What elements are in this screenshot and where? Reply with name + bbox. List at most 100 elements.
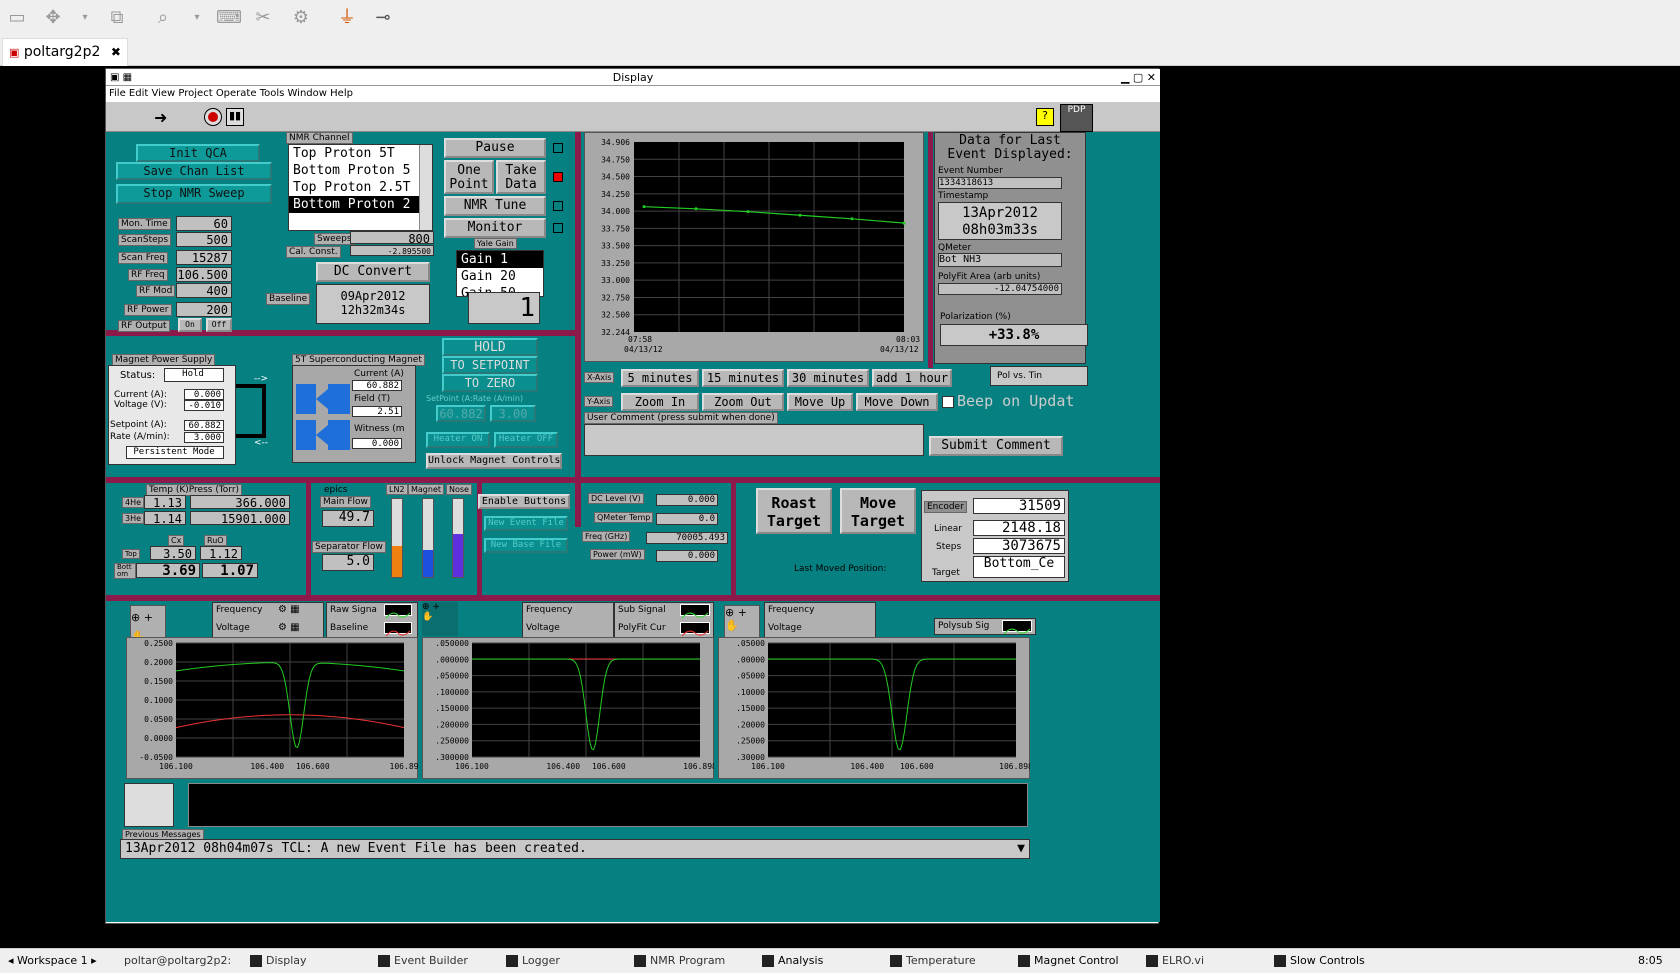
restore-icon[interactable]: ⧉ <box>106 7 128 29</box>
rate-sp-field[interactable]: 3.00 <box>490 405 536 422</box>
user-comment-input[interactable] <box>584 424 924 456</box>
menu-help[interactable]: Help <box>330 88 353 99</box>
zoom-out-button[interactable]: Zoom Out <box>702 393 784 411</box>
beep-checkbox[interactable] <box>942 396 954 408</box>
x-5-minutes-button[interactable]: 5 minutes <box>621 369 699 387</box>
window-menu-icon[interactable]: ▣ ▦ <box>110 69 132 86</box>
menu-edit[interactable]: Edit <box>129 88 148 99</box>
list-item[interactable]: Gain 20 <box>457 268 543 285</box>
unlock-magnet-button[interactable]: Unlock Magnet Controls <box>426 453 562 469</box>
run-arrow-icon[interactable]: ➜ <box>154 108 167 127</box>
cal-const-field[interactable]: -2.895500 <box>350 245 434 256</box>
task-item[interactable]: Event Builder <box>378 952 468 970</box>
heater-on-button[interactable]: Heater ON <box>426 432 490 448</box>
axis-format-icon[interactable]: ⚙ ▦ <box>278 604 300 615</box>
pause-button[interactable]: Pause <box>444 138 546 158</box>
sweeps-field[interactable]: 800 <box>350 231 434 246</box>
menu-file[interactable]: File <box>109 88 126 99</box>
task-item[interactable]: Logger <box>506 952 560 970</box>
task-item[interactable]: poltar@poltarg2p2: <box>124 952 231 970</box>
scansteps-field[interactable]: 500 <box>176 232 232 247</box>
plug-icon[interactable]: ⊸ <box>372 7 394 29</box>
keyboard-icon[interactable]: ⌨ <box>216 7 242 29</box>
x-15-minutes-button[interactable]: 15 minutes <box>702 369 784 387</box>
list-item[interactable]: Bottom Proton 5 <box>289 162 432 179</box>
new-base-file-button[interactable]: New Base File <box>484 538 568 553</box>
abort-icon[interactable] <box>204 108 222 126</box>
task-item[interactable]: ELRO.vi <box>1146 952 1204 970</box>
new-event-file-button[interactable]: New Event File <box>484 516 568 531</box>
window-icon[interactable]: ▭ <box>6 7 28 29</box>
move-icon[interactable]: ✥ <box>42 7 64 29</box>
window-controls[interactable]: ▁ ▢ ✕ <box>1121 69 1156 86</box>
init-qca-button[interactable]: Init QCA <box>136 144 260 162</box>
graph-tools-3[interactable]: ⊕ + ✋ <box>724 605 760 639</box>
menu-project[interactable]: Project <box>178 88 212 99</box>
task-item[interactable]: Slow Controls <box>1274 952 1365 970</box>
pol-vs-time-select[interactable]: Pol vs. Tin <box>990 366 1088 386</box>
hold-button[interactable]: HOLD <box>442 338 538 356</box>
enable-buttons-button[interactable]: Enable Buttons <box>478 494 570 509</box>
tab-poltarg2p2[interactable]: ▣ poltarg2p2 ✖ <box>2 38 128 66</box>
mon-time-field[interactable]: 60 <box>176 216 232 231</box>
settings-icon[interactable]: ⚙ <box>290 7 312 29</box>
zoom-icon[interactable]: ⊕ + <box>131 611 153 624</box>
rate-field[interactable]: 3.000 <box>184 432 224 443</box>
take-data-button[interactable]: Take Data <box>496 160 546 194</box>
workspace-switcher[interactable]: ◂ Workspace 1 ▸ <box>8 952 97 970</box>
pause-icon[interactable]: ▮▮ <box>226 108 244 126</box>
rf-on-button[interactable]: On <box>178 318 202 332</box>
axis-format-icon[interactable]: ⚙ ▦ <box>278 622 300 633</box>
menu-operate[interactable]: Operate <box>216 88 257 99</box>
save-chan-list-button[interactable]: Save Chan List <box>116 162 272 180</box>
x-add-hour-button[interactable]: add 1 hour <box>872 369 952 387</box>
zoom-in-button[interactable]: Zoom In <box>621 393 699 411</box>
close-icon[interactable]: ✖ <box>111 45 121 59</box>
submit-comment-button[interactable]: Submit Comment <box>929 436 1063 456</box>
help-icon[interactable]: ? <box>1036 108 1054 126</box>
stop-nmr-sweep-button[interactable]: Stop NMR Sweep <box>116 184 272 204</box>
to-zero-button[interactable]: TO ZERO <box>442 374 538 392</box>
task-item[interactable]: NMR Program <box>634 952 725 970</box>
menu-window[interactable]: Window <box>288 88 327 99</box>
chevron-down-icon[interactable]: ▾ <box>74 7 96 29</box>
usb-icon[interactable]: ⏚ <box>336 7 358 29</box>
task-item[interactable]: Temperature <box>890 952 976 970</box>
nmr-tune-button[interactable]: NMR Tune <box>444 196 546 216</box>
yale-gain-list[interactable]: Gain 1 Gain 20 Gain 50 <box>456 250 544 297</box>
scan-freq-field[interactable]: 15287 <box>176 250 232 265</box>
graph-tools-1[interactable]: ⊕ +✋ <box>130 605 166 643</box>
nmr-channel-list[interactable]: Top Proton 5T Bottom Proton 5 Top Proton… <box>288 144 433 231</box>
previous-messages-list[interactable] <box>188 783 1028 827</box>
x-30-minutes-button[interactable]: 30 minutes <box>787 369 869 387</box>
task-item[interactable]: Magnet Control <box>1018 952 1119 970</box>
chevron-down-icon[interactable]: ▾ <box>186 7 208 29</box>
dc-convert-button[interactable]: DC Convert <box>316 262 430 282</box>
task-item[interactable]: Analysis <box>762 952 823 970</box>
graph-tools-2[interactable]: ⊕ + ✋ <box>422 602 458 636</box>
rf-power-field[interactable]: 200 <box>176 302 232 317</box>
menu-tools[interactable]: Tools <box>260 88 285 99</box>
task-item[interactable]: Display <box>250 952 307 970</box>
list-item[interactable]: Top Proton 2.5T <box>289 179 432 196</box>
rf-freq-field[interactable]: 106.500 <box>176 267 232 282</box>
persistent-mode-button[interactable]: Persistent Mode <box>126 446 224 459</box>
search-icon[interactable]: ⌕ <box>152 7 174 29</box>
move-down-button[interactable]: Move Down <box>856 393 938 411</box>
chevron-down-icon[interactable]: ▼ <box>1017 840 1025 858</box>
list-item[interactable]: Gain 1 <box>457 251 543 268</box>
scrollbar[interactable] <box>419 145 432 230</box>
setpoint-field[interactable]: 60.882 <box>184 420 224 431</box>
sp-field[interactable]: 60.882 <box>436 405 486 422</box>
monitor-button[interactable]: Monitor <box>444 218 546 238</box>
one-point-button[interactable]: One Point <box>444 160 494 194</box>
list-item[interactable]: Top Proton 5T <box>289 145 432 162</box>
move-up-button[interactable]: Move Up <box>787 393 853 411</box>
menu-view[interactable]: View <box>151 88 175 99</box>
rf-off-button[interactable]: Off <box>206 318 232 332</box>
roast-target-button[interactable]: Roast Target <box>756 488 832 534</box>
rf-mod-field[interactable]: 400 <box>176 283 232 298</box>
scissors-icon[interactable]: ✂ <box>252 7 274 29</box>
heater-off-button[interactable]: Heater OFF <box>494 432 558 448</box>
move-target-button[interactable]: Move Target <box>840 488 916 534</box>
